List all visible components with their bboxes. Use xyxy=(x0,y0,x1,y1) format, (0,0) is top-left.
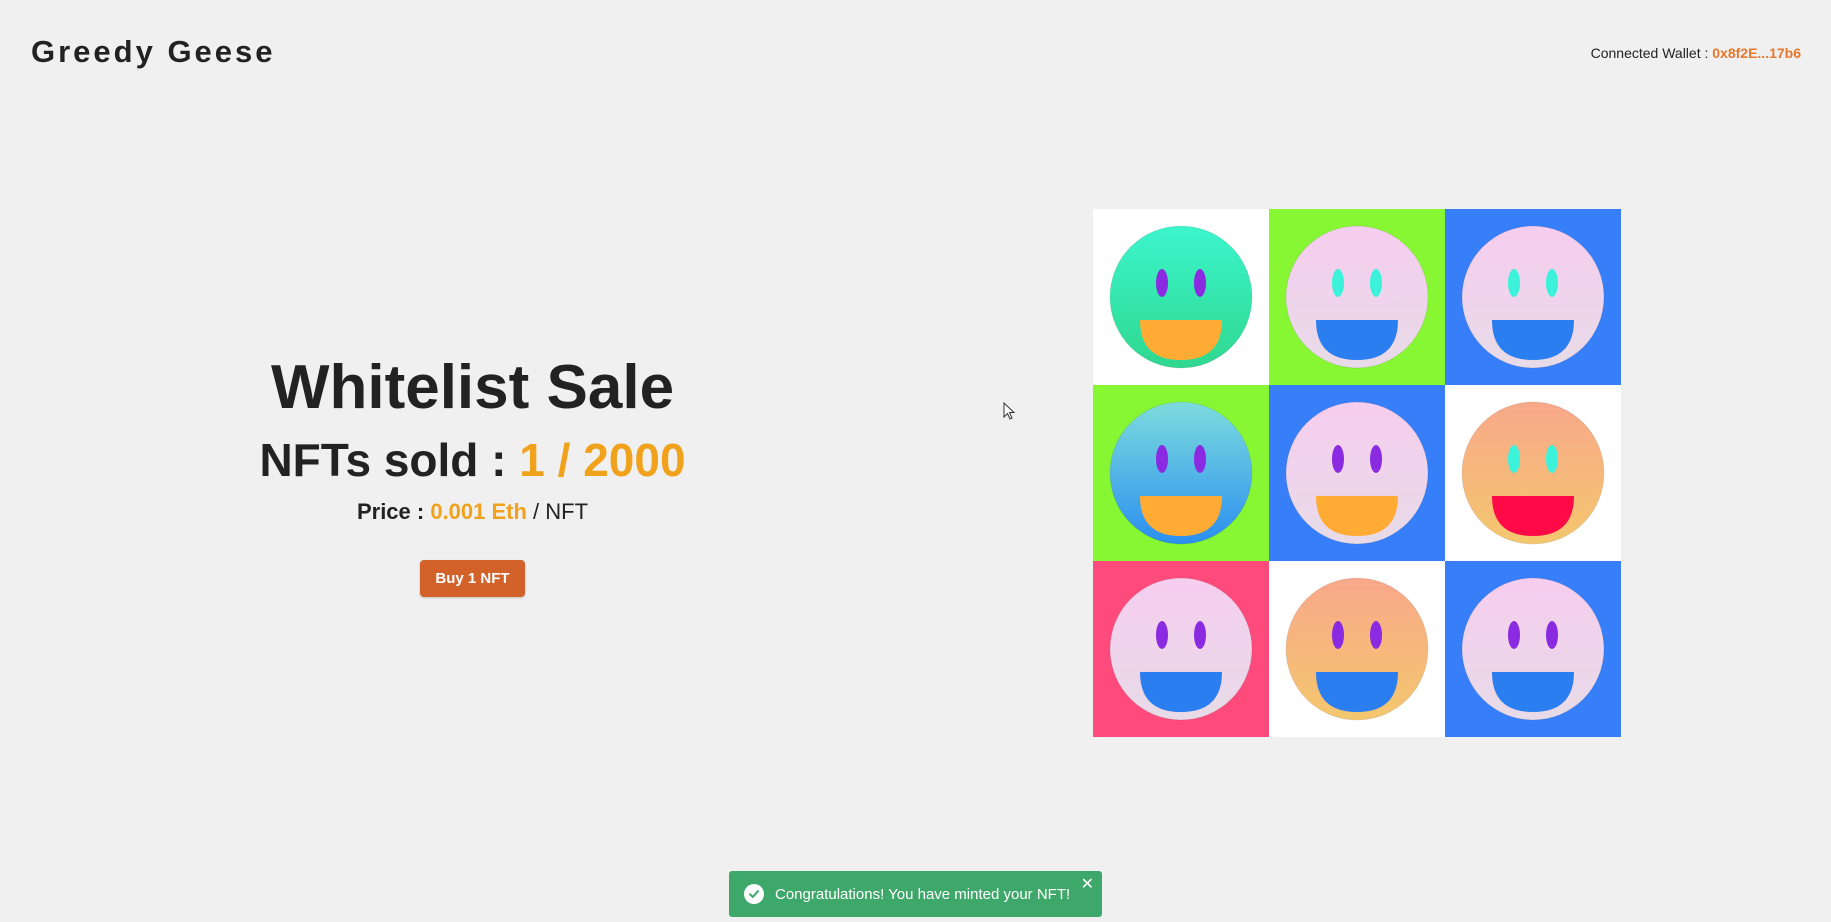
sale-panel: Whitelist Sale NFTs sold : 1 / 2000 Pric… xyxy=(200,350,745,597)
smiley-face-icon xyxy=(1285,225,1429,369)
nft-tile xyxy=(1093,385,1269,561)
smiley-face-icon xyxy=(1461,225,1605,369)
smiley-face-icon xyxy=(1109,577,1253,721)
page: Greedy Geese Connected Wallet : 0x8f2E..… xyxy=(0,0,1831,922)
nft-tile xyxy=(1445,385,1621,561)
nft-tile xyxy=(1093,561,1269,737)
smiley-face-icon xyxy=(1461,577,1605,721)
wallet-address: 0x8f2E...17b6 xyxy=(1712,45,1801,61)
price-unit: / NFT xyxy=(526,499,589,524)
nft-tile xyxy=(1445,209,1621,385)
nfts-sold-value: 1 / 2000 xyxy=(519,434,686,486)
nft-tile xyxy=(1445,561,1621,737)
smiley-face-icon xyxy=(1109,401,1253,545)
nft-tile xyxy=(1269,561,1445,737)
smiley-face-icon xyxy=(1461,401,1605,545)
smiley-face-icon xyxy=(1285,401,1429,545)
connected-wallet: Connected Wallet : 0x8f2E...17b6 xyxy=(1591,45,1801,61)
nft-tile xyxy=(1093,209,1269,385)
close-icon[interactable]: ✕ xyxy=(1081,877,1094,893)
nfts-sold: NFTs sold : 1 / 2000 xyxy=(200,432,745,488)
site-logo[interactable]: Greedy Geese xyxy=(31,34,276,70)
nft-tile xyxy=(1269,385,1445,561)
buy-nft-button[interactable]: Buy 1 NFT xyxy=(420,560,525,597)
nfts-sold-label: NFTs sold : xyxy=(259,434,520,486)
toast-message: Congratulations! You have minted your NF… xyxy=(775,885,1071,903)
smiley-face-icon xyxy=(1285,577,1429,721)
wallet-label: Connected Wallet : xyxy=(1590,45,1713,61)
mint-success-toast: Congratulations! You have minted your NF… xyxy=(729,871,1102,917)
mouse-cursor-icon xyxy=(1003,402,1016,420)
sale-title: Whitelist Sale xyxy=(270,353,675,422)
nft-tile xyxy=(1269,209,1445,385)
smiley-face-icon xyxy=(1109,225,1253,369)
check-circle-icon xyxy=(744,884,764,904)
nft-gallery xyxy=(1093,209,1621,737)
price-label: Price : xyxy=(356,499,431,524)
price-line: Price : 0.001 Eth / NFT xyxy=(200,498,745,526)
price-value: 0.001 Eth xyxy=(430,499,527,524)
